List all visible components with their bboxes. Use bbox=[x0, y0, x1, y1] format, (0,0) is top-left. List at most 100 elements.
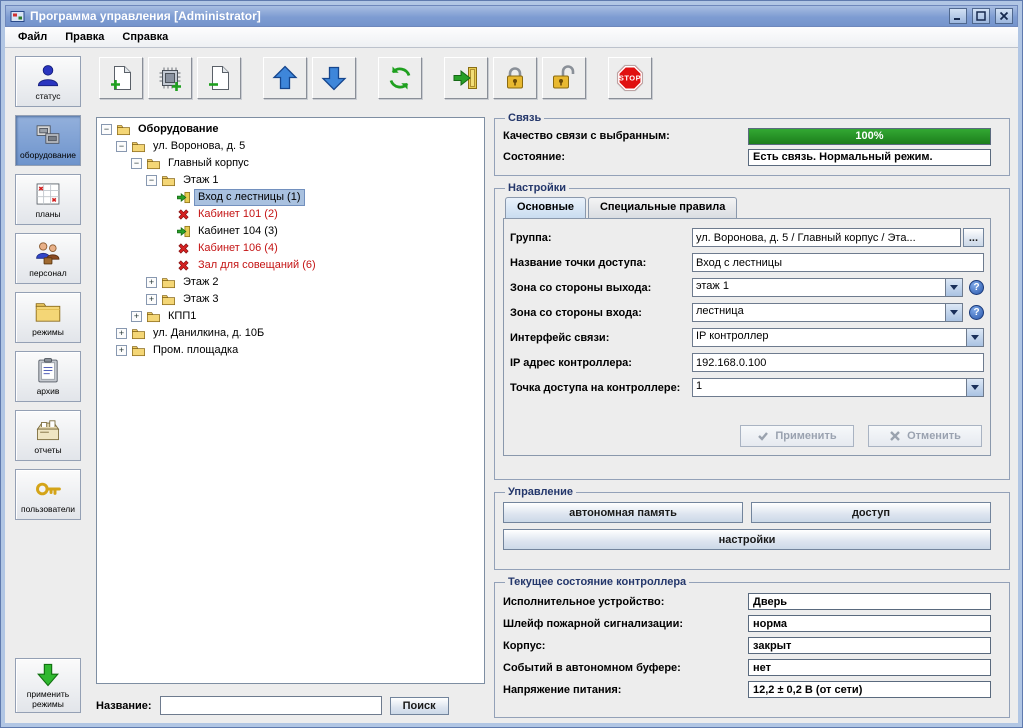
folder-icon bbox=[146, 156, 161, 171]
tab-special-rules[interactable]: Специальные правила bbox=[587, 197, 738, 218]
connection-group-title: Связь bbox=[508, 112, 542, 124]
settings-field-row: Группа:... bbox=[510, 227, 984, 248]
autonomous-memory-button[interactable]: автономная память bbox=[503, 502, 743, 523]
expand-handle-icon[interactable]: + bbox=[116, 328, 127, 339]
equipment-tree[interactable]: − Оборудование − ул. Воронова, д. 5− Главный… bbox=[96, 117, 485, 684]
link-quality-progress: 100% bbox=[748, 127, 991, 145]
expand-handle-icon[interactable]: + bbox=[146, 294, 157, 305]
field-combo-2[interactable]: этаж 1 bbox=[692, 278, 963, 297]
field-control bbox=[692, 353, 984, 372]
link-quality-row: Качество связи с выбранным: 100% bbox=[503, 127, 991, 145]
stop-button[interactable]: STOP bbox=[608, 57, 652, 99]
refresh-button[interactable] bbox=[378, 57, 422, 99]
apply-check-icon bbox=[757, 430, 769, 442]
add-controller-button[interactable] bbox=[148, 57, 192, 99]
expand-handle-icon[interactable]: + bbox=[131, 311, 142, 322]
expand-handle-icon[interactable]: + bbox=[116, 345, 127, 356]
menu-help[interactable]: Справка bbox=[113, 29, 177, 45]
link-state-value: Есть связь. Нормальный режим. bbox=[748, 148, 991, 166]
field-input-0[interactable] bbox=[692, 228, 961, 247]
combo-arrow-button[interactable] bbox=[945, 304, 962, 321]
unlock-button[interactable] bbox=[542, 57, 586, 99]
sidebar-item-equipment[interactable]: оборудование bbox=[15, 115, 81, 166]
field-input-1[interactable] bbox=[692, 253, 984, 272]
combo-arrow-button[interactable] bbox=[966, 329, 983, 346]
apply-modes-button[interactable]: применить режимы bbox=[15, 658, 81, 713]
collapse-handle-icon[interactable]: − bbox=[131, 158, 142, 169]
lock-closed-icon bbox=[501, 64, 529, 92]
tree-node[interactable]: + Этаж 2 bbox=[97, 274, 484, 291]
move-down-button[interactable] bbox=[312, 57, 356, 99]
sidebar-item-personnel[interactable]: персонал bbox=[15, 233, 81, 284]
maximize-button[interactable] bbox=[972, 8, 990, 24]
folder-icon bbox=[161, 292, 176, 307]
field-combo-4[interactable]: IP контроллер bbox=[692, 328, 984, 347]
add-node-button[interactable] bbox=[99, 57, 143, 99]
help-button[interactable]: ? bbox=[969, 280, 984, 295]
sidebar-item-status[interactable]: статус bbox=[15, 56, 81, 107]
tree-node[interactable]: + Пром. площадка bbox=[97, 342, 484, 359]
tree-node[interactable]: Кабинет 101 (2) bbox=[97, 206, 484, 223]
sidebar-item-reports[interactable]: отчеты bbox=[15, 410, 81, 461]
help-button[interactable]: ? bbox=[969, 305, 984, 320]
management-group: Управление автономная память доступ наст… bbox=[494, 486, 1010, 570]
arrow-down-icon bbox=[320, 64, 348, 92]
sidebar-item-archive[interactable]: архив bbox=[15, 351, 81, 402]
expand-handle-icon[interactable]: + bbox=[146, 277, 157, 288]
close-button[interactable] bbox=[995, 8, 1013, 24]
collapse-handle-icon[interactable]: − bbox=[146, 175, 157, 186]
collapse-handle-icon[interactable]: − bbox=[101, 124, 112, 135]
tree-node[interactable]: + ул. Данилкина, д. 10Б bbox=[97, 325, 484, 342]
sidebar-item-users[interactable]: пользователи bbox=[15, 469, 81, 520]
apply-button[interactable]: Применить bbox=[740, 425, 854, 447]
link-quality-label: Качество связи с выбранным: bbox=[503, 130, 670, 142]
menu-file[interactable]: Файл bbox=[9, 29, 56, 45]
browse-button[interactable]: ... bbox=[962, 228, 984, 247]
sidebar-item-label: пользователи bbox=[21, 503, 75, 514]
page-minus-icon bbox=[205, 64, 233, 92]
management-group-title: Управление bbox=[508, 486, 574, 498]
tree-node[interactable]: − Этаж 1 bbox=[97, 172, 484, 189]
access-button[interactable]: доступ bbox=[751, 502, 991, 523]
toolbar-group bbox=[378, 57, 422, 99]
tree-node[interactable]: Зал для совещаний (6) bbox=[97, 257, 484, 274]
sidebar-item-plans[interactable]: планы bbox=[15, 174, 81, 225]
search-button[interactable]: Поиск bbox=[389, 696, 449, 715]
link-state-row: Состояние: Есть связь. Нормальный режим. bbox=[503, 148, 991, 166]
cancel-button[interactable]: Отменить bbox=[868, 425, 982, 447]
combo-value: этаж 1 bbox=[696, 280, 729, 292]
field-combo-3[interactable]: лестница bbox=[692, 303, 963, 322]
tree-node[interactable]: Вход с лестницы (1) bbox=[97, 189, 484, 206]
field-combo-6[interactable]: 1 bbox=[692, 378, 984, 397]
tab-main[interactable]: Основные bbox=[505, 197, 586, 218]
tree-node[interactable]: + Этаж 3 bbox=[97, 291, 484, 308]
tree-node[interactable]: Кабинет 104 (3) bbox=[97, 223, 484, 240]
remove-node-button[interactable] bbox=[197, 57, 241, 99]
key-icon bbox=[34, 475, 62, 503]
minimize-button[interactable] bbox=[949, 8, 967, 24]
combo-arrow-button[interactable] bbox=[966, 379, 983, 396]
settings-field-row: Название точки доступа: bbox=[510, 252, 984, 273]
field-input-5[interactable] bbox=[692, 353, 984, 372]
tree-node[interactable]: + КПП1 bbox=[97, 308, 484, 325]
access-point-button[interactable] bbox=[444, 57, 488, 99]
controller-state-rows: Исполнительное устройство: Дверь Шлейф пож… bbox=[503, 593, 991, 698]
field-control: 1 bbox=[692, 378, 984, 397]
lock-button[interactable] bbox=[493, 57, 537, 99]
move-up-button[interactable] bbox=[263, 57, 307, 99]
tree-node[interactable]: − ул. Воронова, д. 5 bbox=[97, 138, 484, 155]
chip-plus-icon bbox=[156, 64, 184, 92]
settings-button[interactable]: настройки bbox=[503, 529, 991, 550]
tree-node[interactable]: − Главный корпус bbox=[97, 155, 484, 172]
collapse-handle-icon[interactable]: − bbox=[116, 141, 127, 152]
tree-node[interactable]: Кабинет 106 (4) bbox=[97, 240, 484, 257]
tree-node[interactable]: − Оборудование bbox=[97, 121, 484, 138]
cardbox-icon bbox=[34, 416, 62, 444]
sidebar-item-modes[interactable]: режимы bbox=[15, 292, 81, 343]
settings-group: Настройки Основные Специальные правила Г… bbox=[494, 182, 1010, 480]
stop-octagon-icon bbox=[616, 64, 644, 92]
person-icon bbox=[34, 62, 62, 90]
menu-edit[interactable]: Правка bbox=[56, 29, 113, 45]
search-input[interactable] bbox=[159, 696, 382, 715]
combo-arrow-button[interactable] bbox=[945, 279, 962, 296]
